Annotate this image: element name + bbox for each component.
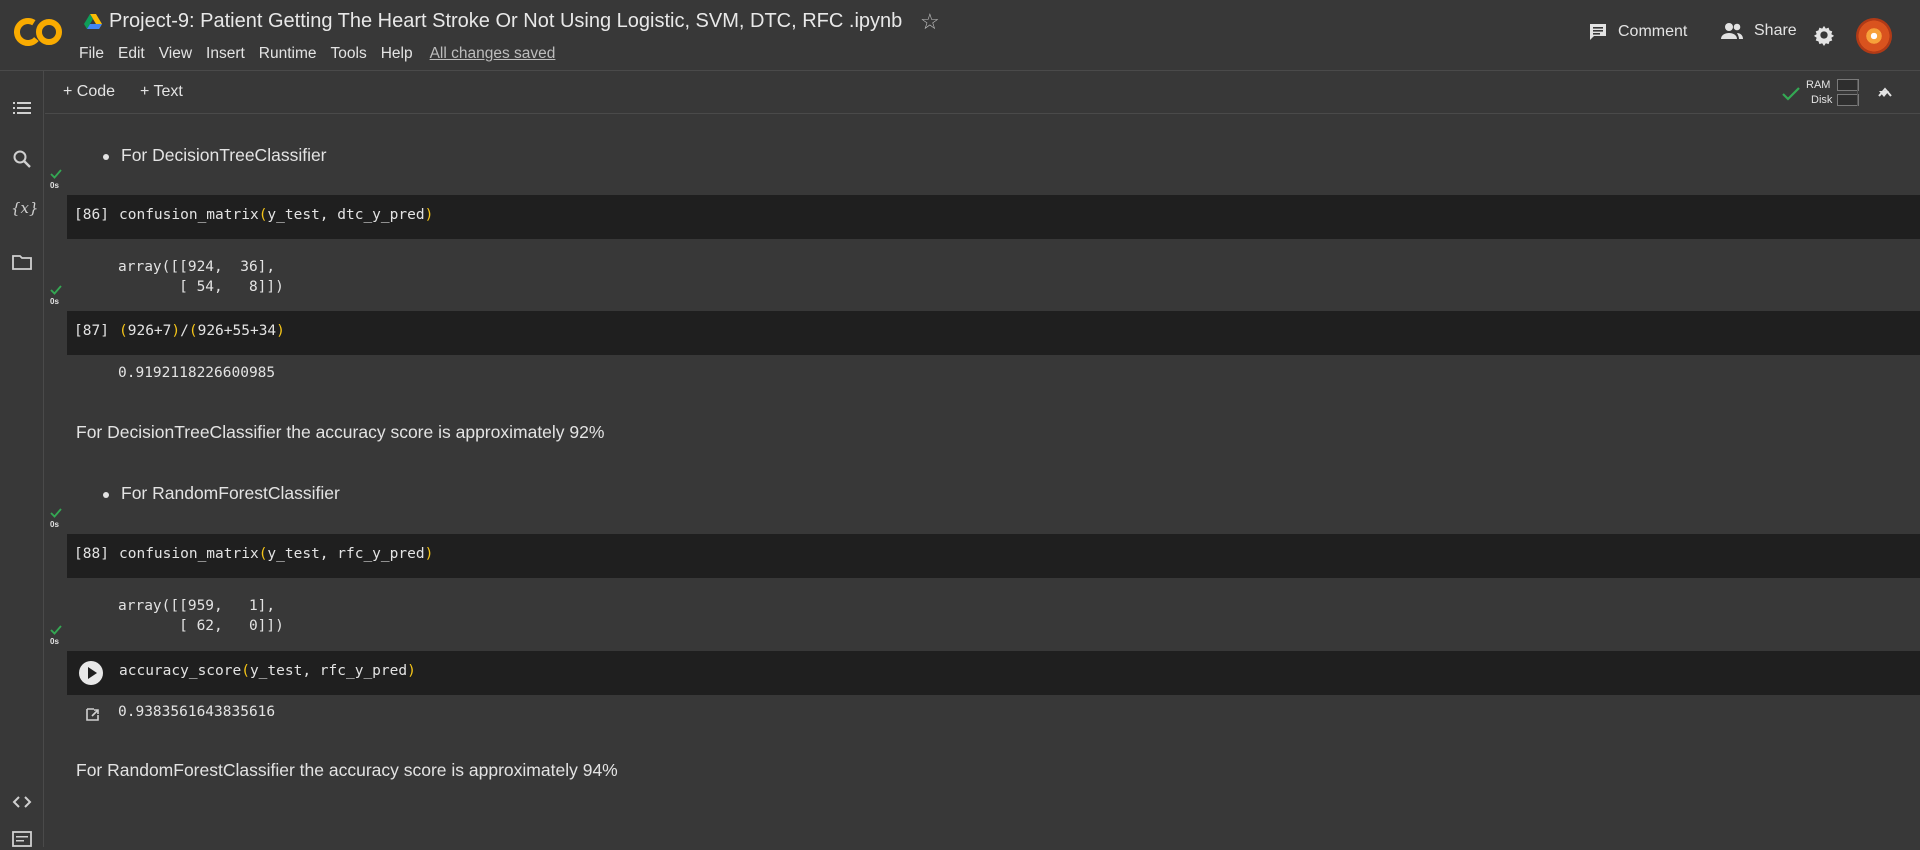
markdown-text-dtc: For DecisionTreeClassifier the accuracy …: [76, 422, 605, 442]
code-line[interactable]: confusion_matrix(y_test, rfc_y_pred): [119, 546, 433, 562]
notebook-content: For DecisionTreeClassifier 0s [86] confu…: [45, 114, 1920, 847]
people-icon: [1721, 23, 1743, 39]
disk-bar: [1837, 94, 1859, 106]
exec-time: 0s: [50, 181, 59, 190]
cell-89-status: 0s: [48, 625, 64, 651]
save-status[interactable]: All changes saved: [430, 45, 556, 63]
search-icon[interactable]: [11, 148, 33, 170]
drive-icon[interactable]: [84, 14, 102, 30]
code-line[interactable]: accuracy_score(y_test, rfc_y_pred): [119, 663, 416, 679]
chevron-up-icon[interactable]: [1877, 86, 1893, 98]
menu-insert[interactable]: Insert: [206, 45, 245, 63]
ram-label: RAM: [1806, 79, 1831, 91]
bullet-rfc: For RandomForestClassifier: [103, 483, 340, 503]
code-cell-89[interactable]: accuracy_score(y_test, rfc_y_pred): [67, 651, 1920, 695]
cell-89-output: 0.9383561643835616: [118, 704, 276, 720]
check-icon: [50, 508, 62, 518]
toolbar-divider: [1857, 80, 1858, 106]
code-expr: 926+55+34: [197, 323, 277, 339]
folder-icon[interactable]: [11, 251, 33, 273]
exec-count: [88]: [74, 546, 109, 562]
code-snippets-icon[interactable]: [11, 791, 33, 813]
check-icon: [1782, 87, 1800, 101]
menu-tools[interactable]: Tools: [331, 45, 367, 63]
code-fn: accuracy_score: [119, 663, 242, 679]
play-icon: [88, 667, 97, 679]
menu-bar: File Edit View Insert Runtime Tools Help…: [79, 45, 569, 63]
resource-monitor[interactable]: RAM Disk: [1780, 76, 1920, 110]
exec-time: 0s: [50, 637, 59, 646]
variables-icon[interactable]: {x}: [11, 199, 39, 221]
comment-label: Comment: [1618, 23, 1688, 40]
left-rail: {x}: [0, 71, 44, 847]
code-args: y_test, rfc_y_pred: [267, 546, 425, 562]
toc-icon[interactable]: [11, 97, 33, 119]
exec-time: 0s: [50, 520, 59, 529]
code-args: y_test, rfc_y_pred: [249, 663, 408, 679]
menu-runtime[interactable]: Runtime: [259, 45, 317, 63]
menu-edit[interactable]: Edit: [118, 45, 145, 63]
code-fn: confusion_matrix: [119, 207, 259, 223]
output-actions-icon[interactable]: [84, 706, 102, 722]
exec-count: [87]: [74, 323, 109, 339]
comment-button[interactable]: Comment: [1588, 22, 1687, 42]
menu-file[interactable]: File: [79, 45, 104, 63]
markdown-text-rfc: For RandomForestClassifier the accuracy …: [76, 760, 618, 780]
check-icon: [50, 169, 62, 179]
ram-bar: [1837, 79, 1859, 91]
cell-87-output: 0.9192118226600985: [118, 365, 276, 381]
cell-86-status: 0s: [48, 169, 64, 195]
cell-88-status: 0s: [48, 508, 64, 534]
menu-view[interactable]: View: [159, 45, 192, 63]
gear-icon[interactable]: [1813, 24, 1835, 46]
code-cell-86[interactable]: [86] confusion_matrix(y_test, dtc_y_pred…: [67, 195, 1920, 239]
add-text-button[interactable]: + Text: [140, 83, 183, 101]
code-line[interactable]: (926+7)/(926+55+34): [119, 323, 285, 339]
code-line[interactable]: confusion_matrix(y_test, dtc_y_pred): [119, 207, 433, 223]
notebook-toolbar: + Code + Text RAM Disk: [45, 72, 1920, 114]
star-icon[interactable]: ☆: [920, 9, 940, 35]
comment-icon: [1590, 24, 1606, 40]
avatar[interactable]: [1856, 18, 1892, 54]
disk-label: Disk: [1811, 94, 1833, 106]
code-cell-87[interactable]: [87] (926+7)/(926+55+34): [67, 311, 1920, 355]
exec-count: [86]: [74, 207, 109, 223]
colab-logo[interactable]: [14, 16, 62, 48]
share-label: Share: [1754, 22, 1797, 39]
exec-time: 0s: [50, 297, 59, 306]
notebook-title[interactable]: Project-9: Patient Getting The Heart Str…: [109, 10, 902, 33]
cell-86-output: array([[924, 36], [ 54, 8]]): [118, 259, 284, 295]
run-cell-button[interactable]: [79, 661, 103, 685]
app-header: Project-9: Patient Getting The Heart Str…: [0, 0, 1920, 71]
cell-87-status: 0s: [48, 285, 64, 311]
check-icon: [50, 625, 62, 635]
code-args: y_test, dtc_y_pred: [267, 207, 425, 223]
add-code-button[interactable]: + Code: [63, 83, 115, 101]
bullet-dtc: For DecisionTreeClassifier: [103, 145, 327, 165]
code-expr: 926+7: [127, 323, 172, 339]
cell-88-output: array([[959, 1], [ 62, 0]]): [118, 598, 284, 634]
code-fn: confusion_matrix: [119, 546, 259, 562]
share-button[interactable]: Share: [1720, 22, 1797, 40]
code-cell-88[interactable]: [88] confusion_matrix(y_test, rfc_y_pred…: [67, 534, 1920, 578]
check-icon: [50, 285, 62, 295]
menu-help[interactable]: Help: [381, 45, 413, 63]
